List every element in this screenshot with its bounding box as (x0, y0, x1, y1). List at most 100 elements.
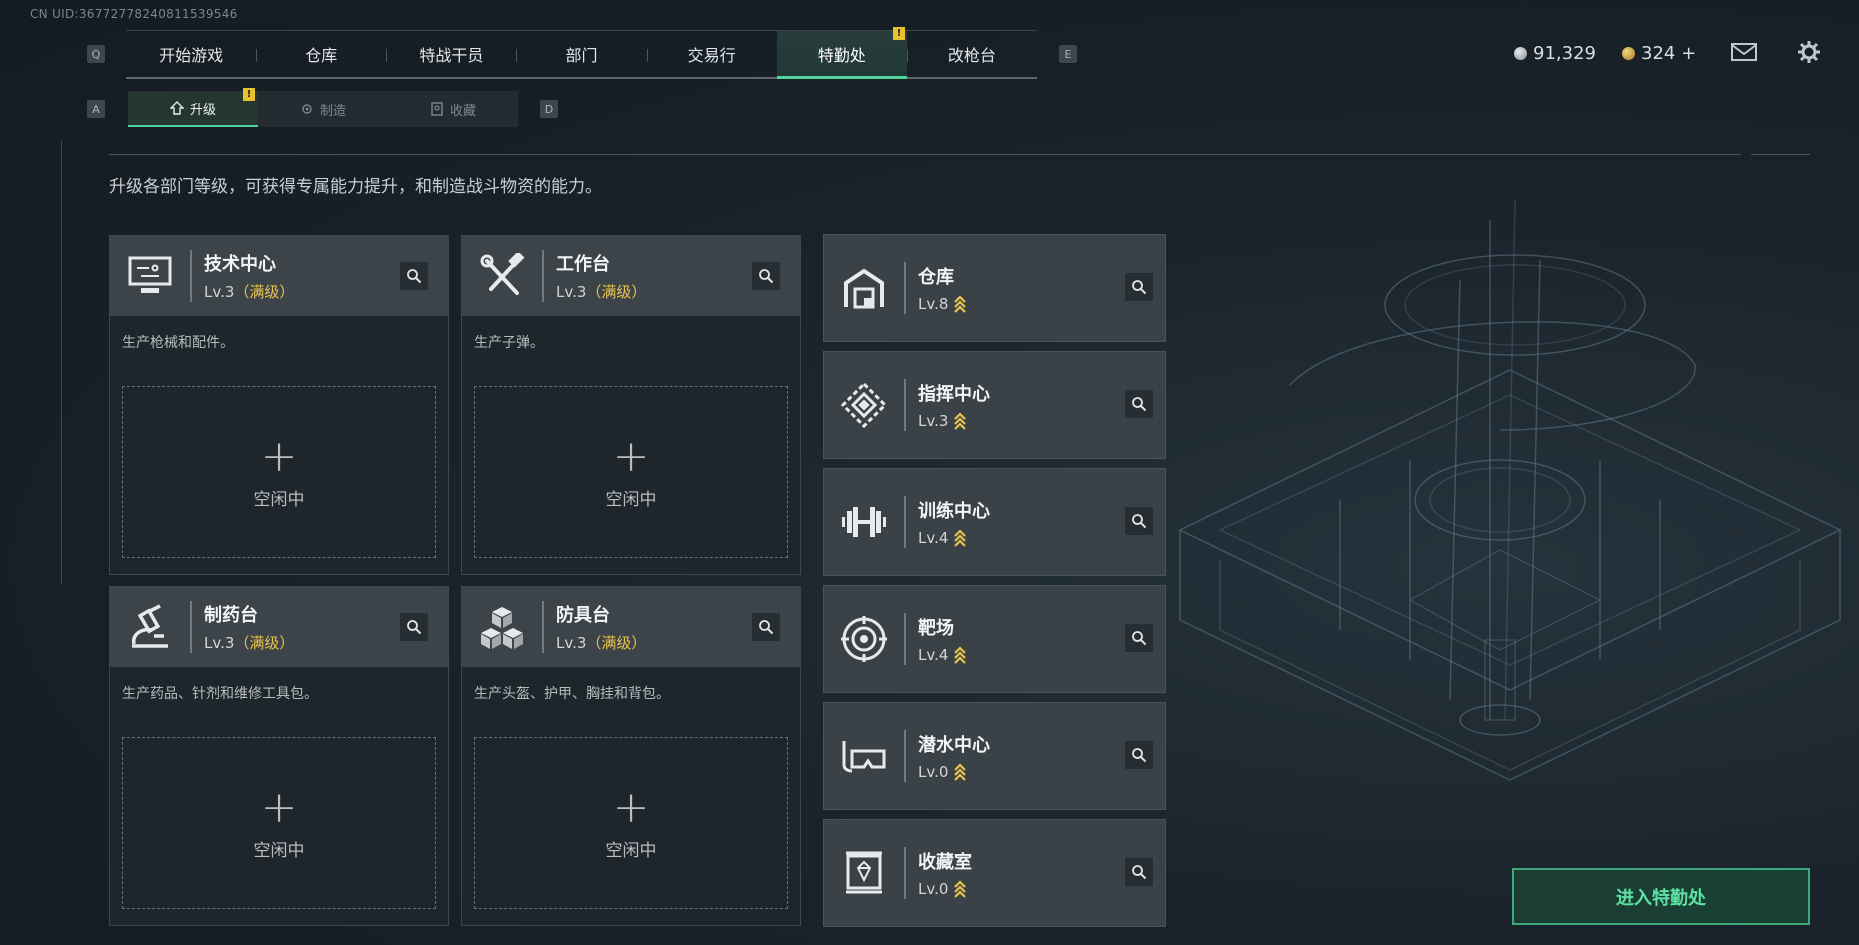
department-card-collection-room[interactable]: 收藏室 Lv.0 (823, 819, 1166, 927)
search-icon (759, 620, 774, 635)
sub-navigation: 升级 制造 收藏 (128, 91, 518, 127)
department-card-shooting-range[interactable]: 靶场 Lv.4 (823, 585, 1166, 693)
header-separator (904, 496, 906, 548)
subtab-label: 收藏 (449, 103, 476, 119)
production-slot[interactable]: + 空闲中 (122, 386, 436, 558)
station-title: 技术中心 (204, 254, 276, 275)
station-card-workbench: 工作台 Lv.3（满级） 生产子弹。 + 空闲中 (461, 235, 801, 575)
department-card-command-center[interactable]: 指挥中心 Lv.3 (823, 351, 1166, 459)
search-button[interactable] (752, 262, 780, 290)
cubes-icon (462, 587, 542, 667)
station-description: 生产枪械和配件。 (122, 335, 234, 351)
search-button[interactable] (400, 262, 428, 290)
target-icon (824, 616, 904, 662)
department-card-diving-center[interactable]: 潜水中心 Lv.0 (823, 702, 1166, 810)
production-slot[interactable]: + 空闲中 (122, 737, 436, 909)
subtab-craft[interactable]: 制造 (258, 91, 388, 127)
key-hint-a: A (87, 100, 105, 118)
station-level: Lv.3（满级） (556, 634, 647, 652)
premium-amount: 324 + (1641, 43, 1697, 64)
notification-badge-icon: ! (893, 27, 905, 40)
premium-coin-icon (1622, 47, 1635, 60)
header-separator (904, 262, 906, 314)
search-icon (1132, 631, 1147, 646)
search-icon (1132, 397, 1147, 412)
vertical-divider (61, 140, 62, 585)
search-button[interactable] (400, 613, 428, 641)
microscope-icon (110, 587, 190, 667)
department-level: Lv.4 (918, 529, 990, 547)
subtab-collection[interactable]: 收藏 (388, 91, 518, 127)
search-icon (1132, 748, 1147, 763)
tab-trading[interactable]: 交易行 (646, 31, 777, 77)
search-button[interactable] (1125, 624, 1153, 652)
station-level: Lv.3（满级） (204, 283, 295, 301)
department-title: 指挥中心 (918, 384, 990, 405)
player-uid: CN UID:3677277824081153954​6 (30, 7, 238, 21)
subtab-label: 升级 (189, 102, 216, 118)
header-separator (904, 379, 906, 431)
add-icon: + (260, 430, 298, 482)
department-level: Lv.8 (918, 295, 967, 313)
add-icon: + (260, 781, 298, 833)
mail-icon[interactable] (1730, 40, 1758, 64)
slot-status: 空闲中 (253, 489, 305, 510)
station-description: 生产头盔、护甲、胸挂和背包。 (474, 686, 670, 702)
department-title: 潜水中心 (918, 735, 990, 756)
upgrade-arrows-icon (954, 646, 967, 664)
department-title: 训练中心 (918, 501, 990, 522)
tab-gunsmith[interactable]: 改枪台 (906, 31, 1037, 77)
divider (1751, 154, 1810, 155)
search-button[interactable] (1125, 741, 1153, 769)
station-description: 生产子弹。 (474, 335, 544, 351)
card-header: 防具台 Lv.3（满级） (462, 587, 800, 667)
warehouse-icon (824, 267, 904, 309)
display-case-icon (824, 850, 904, 896)
header-separator (904, 730, 906, 782)
subtab-upgrade[interactable]: 升级 (128, 91, 258, 127)
header-separator (904, 613, 906, 665)
department-level: Lv.3 (918, 412, 990, 430)
add-icon: + (612, 781, 650, 833)
station-title: 制药台 (204, 605, 258, 626)
upgrade-arrows-icon (954, 763, 967, 781)
card-header: 制药台 Lv.3（满级） (110, 587, 448, 667)
search-button[interactable] (1125, 507, 1153, 535)
department-level: Lv.0 (918, 763, 990, 781)
header-separator (904, 847, 906, 899)
search-button[interactable] (1125, 858, 1153, 886)
card-header: 技术中心 Lv.3（满级） (110, 236, 448, 316)
department-level: Lv.0 (918, 880, 972, 898)
production-slot[interactable]: + 空闲中 (474, 737, 788, 909)
tab-special-ops[interactable]: 特勤处 (776, 31, 907, 79)
search-icon (407, 269, 422, 284)
tab-start-game[interactable]: 开始游戏 (126, 31, 256, 77)
tab-departments[interactable]: 部门 (516, 31, 646, 77)
card-header: 工作台 Lv.3（满级） (462, 236, 800, 316)
header-separator (190, 250, 192, 302)
search-button[interactable] (1125, 390, 1153, 418)
premium-balance[interactable]: 324 + (1622, 43, 1696, 64)
computer-icon (110, 236, 190, 316)
gear-icon[interactable] (1795, 40, 1823, 64)
header-separator (190, 601, 192, 653)
subtab-label: 制造 (319, 103, 346, 119)
search-icon (759, 269, 774, 284)
search-button[interactable] (752, 613, 780, 641)
department-card-warehouse[interactable]: 仓库 Lv.8 (823, 234, 1166, 342)
collection-icon (431, 102, 443, 116)
tab-operators[interactable]: 特战干员 (386, 31, 516, 77)
page-description: 升级各部门等级，可获得专属能力提升，和制造战斗物资的能力。 (109, 177, 602, 197)
slot-status: 空闲中 (253, 840, 305, 861)
tab-warehouse[interactable]: 仓库 (256, 31, 386, 77)
enter-special-ops-button[interactable]: 进入特勤处 (1512, 868, 1810, 925)
production-slot[interactable]: + 空闲中 (474, 386, 788, 558)
station-level: Lv.3（满级） (556, 283, 647, 301)
slot-status: 空闲中 (605, 489, 657, 510)
department-card-training-center[interactable]: 训练中心 Lv.4 (823, 468, 1166, 576)
search-button[interactable] (1125, 273, 1153, 301)
search-icon (1132, 514, 1147, 529)
coin-amount: 91,329 (1533, 43, 1596, 64)
subtab-badge-icon: ! (243, 88, 255, 101)
header-separator (542, 601, 544, 653)
